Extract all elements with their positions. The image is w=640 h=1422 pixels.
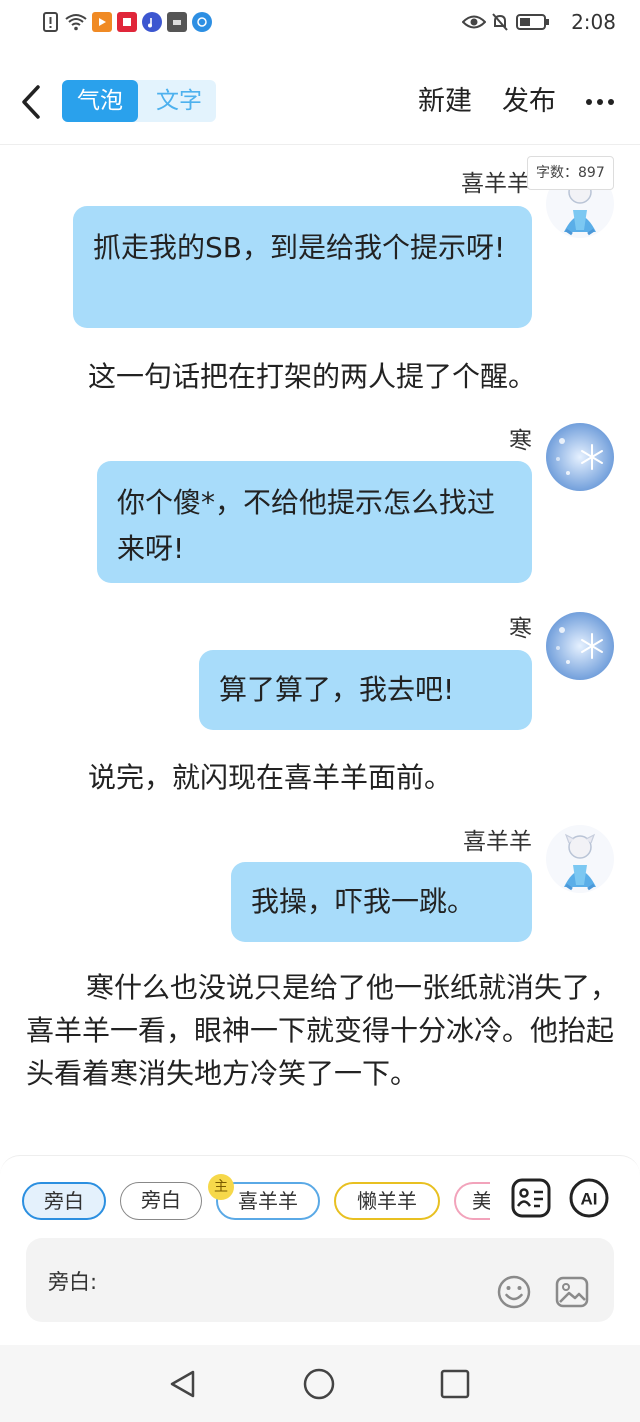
new-button[interactable]: 新建 <box>418 82 472 122</box>
avatar[interactable] <box>546 423 614 491</box>
nav-home-button[interactable] <box>302 1367 336 1401</box>
avatar[interactable] <box>546 825 614 893</box>
tab-bubble[interactable]: 气泡 <box>62 80 138 122</box>
ai-icon: AI <box>569 1178 609 1218</box>
ai-button[interactable]: AI <box>568 1177 612 1221</box>
tab-text[interactable]: 文字 <box>144 80 214 122</box>
message-input[interactable]: 旁白: <box>26 1238 614 1322</box>
narration-text[interactable]: 寒什么也没说只是给了他一张纸就消失了，喜羊羊一看，眼神一下就变得十分冰冷。他抬起… <box>26 966 618 1095</box>
more-dots-icon <box>586 99 614 105</box>
system-nav-bar <box>0 1345 640 1422</box>
narration-text[interactable]: 说完，就闪现在喜羊羊面前。 <box>88 756 618 799</box>
emoji-button[interactable] <box>496 1274 532 1310</box>
role-chip-narrator[interactable]: 旁白 <box>120 1182 202 1220</box>
nav-back-button[interactable] <box>166 1367 200 1401</box>
square-recents-icon <box>440 1369 470 1399</box>
role-manage-button[interactable] <box>510 1177 554 1221</box>
speaker-name: 寒 <box>509 428 532 454</box>
circle-home-icon <box>303 1368 335 1400</box>
mode-toggle: 气泡 文字 <box>62 80 216 122</box>
emoji-icon <box>497 1275 531 1309</box>
chat-bubble[interactable]: 你个傻*，不给他提示怎么找过来呀! <box>97 461 532 583</box>
browser-app-icon <box>192 12 212 32</box>
input-role-label: 旁白: <box>48 1270 98 1294</box>
book-app-icon <box>117 12 137 32</box>
mute-icon <box>490 12 510 32</box>
music-app-icon <box>142 12 162 32</box>
more-button[interactable] <box>584 86 616 118</box>
battery-icon <box>516 12 550 32</box>
back-button[interactable] <box>16 82 50 122</box>
chevron-left-icon <box>22 85 40 119</box>
avatar[interactable] <box>546 612 614 680</box>
wifi-icon <box>64 12 88 32</box>
nav-recents-button[interactable] <box>438 1367 472 1401</box>
main-role-badge: 主 <box>208 1174 234 1200</box>
chat-bubble[interactable]: 抓走我的SB，到是给我个提示呀! <box>73 206 532 328</box>
narration-text[interactable]: 这一句话把在打架的两人提了个醒。 <box>88 355 618 398</box>
role-chip-narrator-selected[interactable]: 旁白 <box>22 1182 106 1220</box>
ai-label: AI <box>581 1190 598 1209</box>
alert-icon <box>42 12 60 32</box>
chat-bubble[interactable]: 算了算了，我去吧! <box>199 650 532 730</box>
word-count-badge: 字数：897 <box>527 156 614 190</box>
eye-icon <box>462 12 486 32</box>
speaker-name: 喜羊羊 <box>461 171 530 197</box>
contact-card-icon <box>511 1178 551 1218</box>
composer-toolbar: 旁白 旁白 主 喜羊羊 懒羊羊 美 AI 旁白: <box>0 1155 640 1346</box>
image-icon <box>555 1276 589 1308</box>
image-button[interactable] <box>554 1274 590 1310</box>
huawei-app-icon <box>167 12 187 32</box>
chat-bubble[interactable]: 我操，吓我一跳。 <box>231 862 532 942</box>
triangle-back-icon <box>170 1370 195 1398</box>
editor-header: 气泡 文字 新建 发布 <box>0 60 640 145</box>
speaker-name: 寒 <box>509 616 532 642</box>
speaker-name: 喜羊羊 <box>463 829 532 855</box>
clock: 2:08 <box>571 10 616 34</box>
publish-button[interactable]: 发布 <box>502 82 556 122</box>
role-chip-lanyangyang[interactable]: 懒羊羊 <box>334 1182 440 1220</box>
video-app-icon <box>92 12 112 32</box>
status-bar: 2:08 <box>0 0 640 44</box>
role-chip-partial[interactable]: 美 <box>454 1182 490 1220</box>
